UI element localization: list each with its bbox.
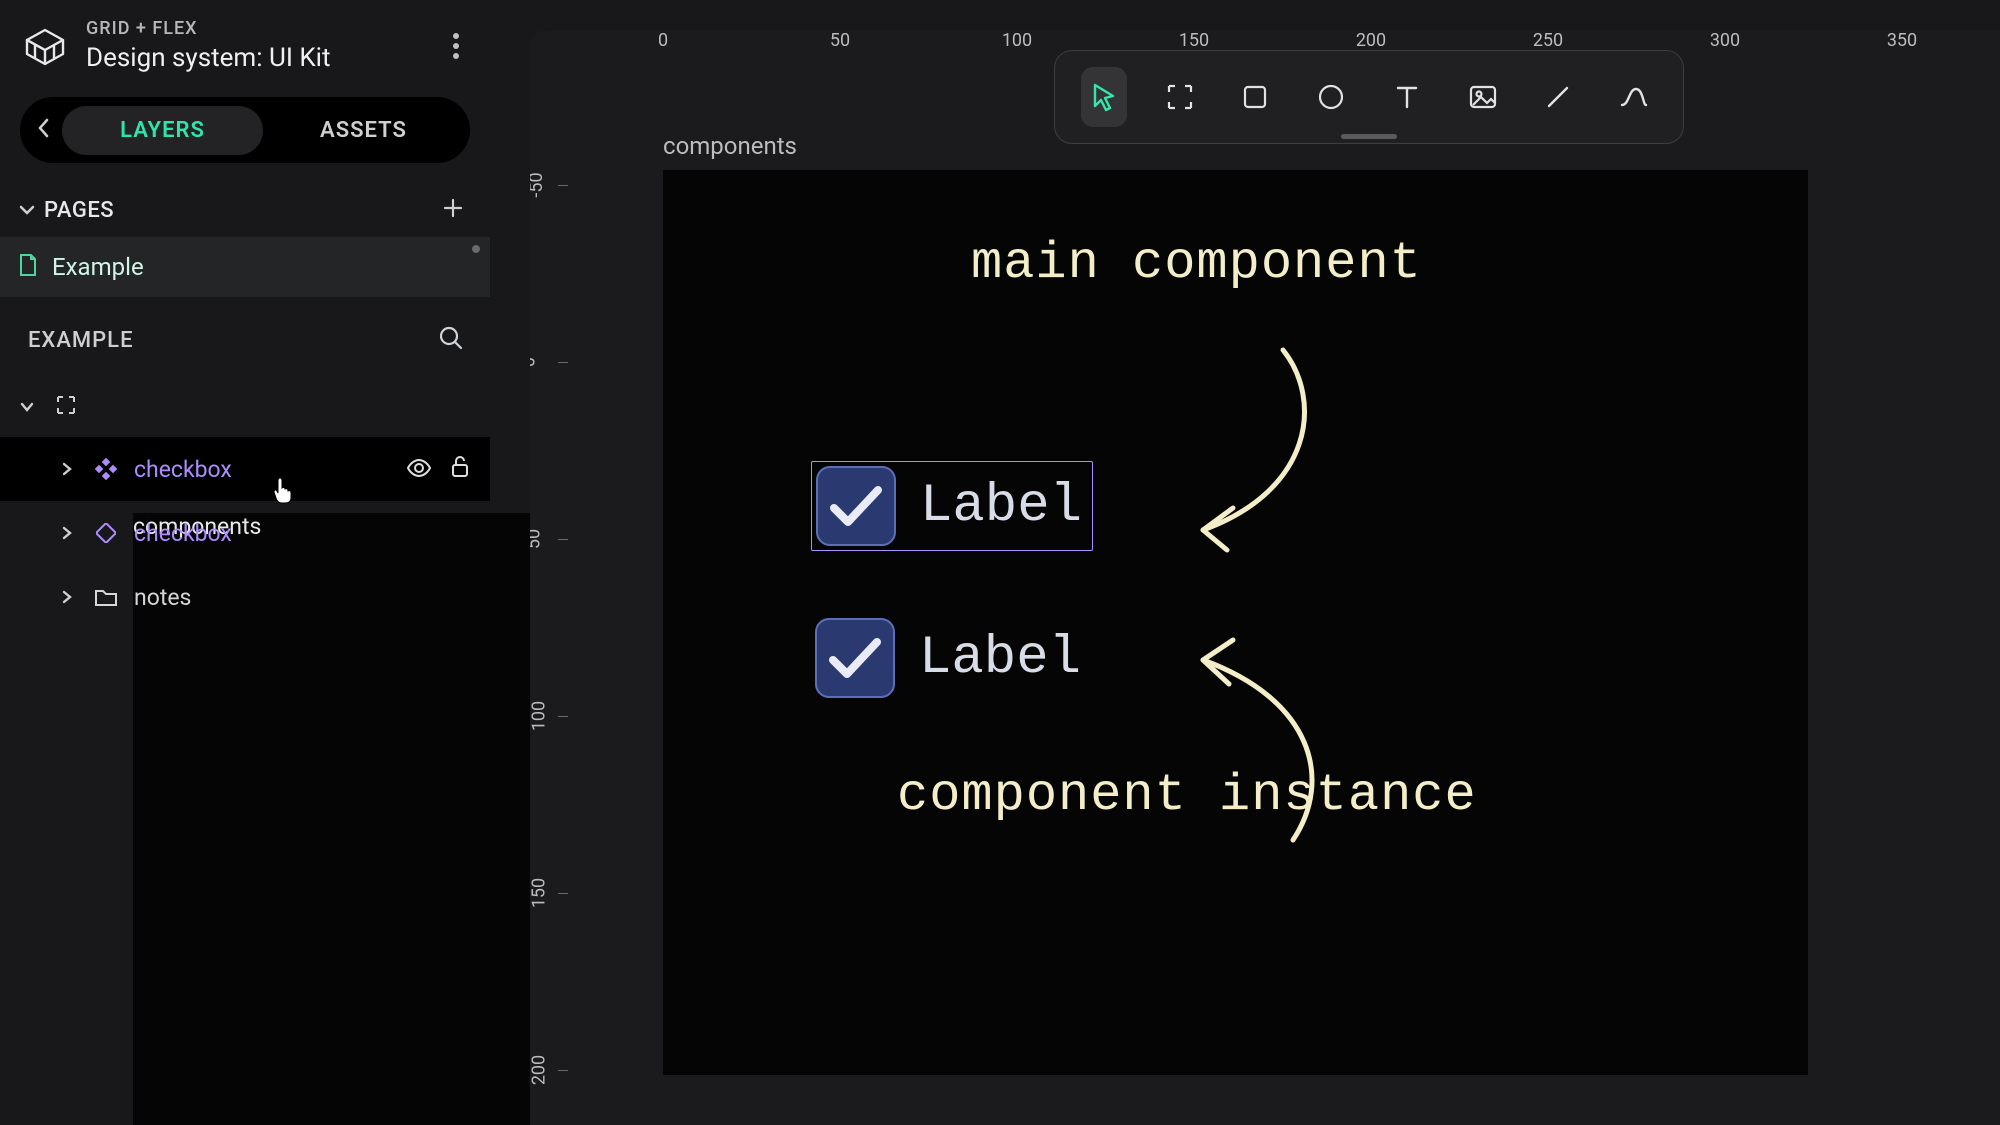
- tool-text[interactable]: [1384, 67, 1430, 127]
- panel-tabs: LAYERS ASSETS: [20, 97, 470, 163]
- tool-curve[interactable]: [1611, 67, 1657, 127]
- chevron-right-icon: [56, 584, 78, 611]
- layer-tree: components checkbox: [0, 373, 490, 629]
- app-logo-icon: [20, 21, 70, 71]
- pages-section-header[interactable]: PAGES: [0, 171, 490, 237]
- component-instance-icon: [92, 523, 120, 543]
- canvas-checkbox-instance[interactable]: Label: [815, 618, 1081, 698]
- checkbox-label: Label: [920, 476, 1082, 537]
- chevron-down-icon: [16, 392, 38, 419]
- layers-header: EXAMPLE: [0, 297, 490, 373]
- tool-pencil[interactable]: [1536, 67, 1582, 127]
- frame-label[interactable]: components: [663, 132, 797, 160]
- chevron-right-icon: [56, 520, 78, 547]
- layer-row-checkbox-instance[interactable]: checkbox: [0, 501, 490, 565]
- layers-header-label: EXAMPLE: [28, 328, 134, 353]
- tab-layers[interactable]: LAYERS: [62, 106, 263, 155]
- project-header: GRID + FLEX Design system: UI Kit: [0, 0, 490, 83]
- layer-row-frame-components[interactable]: components: [0, 373, 490, 437]
- project-menu-button[interactable]: [452, 32, 460, 60]
- layer-row-checkbox-main[interactable]: checkbox: [0, 437, 490, 501]
- arrow-to-instance-icon: [1163, 630, 1343, 850]
- tool-select[interactable]: [1081, 67, 1127, 127]
- canvas-toolbar[interactable]: [1054, 50, 1684, 144]
- page-item-example[interactable]: Example: [0, 237, 490, 297]
- visibility-toggle-icon[interactable]: [406, 456, 432, 483]
- canvas-checkbox-main[interactable]: Label: [811, 461, 1093, 551]
- annotation-main-component[interactable]: main component: [971, 234, 1422, 293]
- left-sidebar: GRID + FLEX Design system: UI Kit LAYERS…: [0, 0, 490, 1125]
- folder-icon: [92, 587, 120, 607]
- canvas-viewport[interactable]: 0 50 100 150 200 250 300 350 -50 0 50 10…: [530, 30, 2000, 1125]
- page-icon: [18, 253, 38, 281]
- tool-rectangle[interactable]: [1233, 67, 1279, 127]
- checkbox-label: Label: [919, 628, 1081, 689]
- layer-name: checkbox: [134, 456, 232, 483]
- project-title: Design system: UI Kit: [86, 43, 331, 73]
- frame-icon: [52, 394, 80, 416]
- layer-name: checkbox: [134, 520, 232, 547]
- chevron-right-icon: [56, 456, 78, 483]
- pages-label: PAGES: [44, 198, 114, 223]
- frame-components[interactable]: main component component instance Label …: [663, 170, 1808, 1075]
- project-eyebrow: GRID + FLEX: [86, 18, 331, 39]
- ruler-vertical: -50 0 50 100 150 200: [530, 30, 570, 1125]
- tool-image[interactable]: [1460, 67, 1506, 127]
- checkbox-box-icon: [816, 466, 896, 546]
- back-button[interactable]: [26, 117, 62, 143]
- tool-frame[interactable]: [1157, 67, 1203, 127]
- page-name: Example: [52, 253, 144, 281]
- arrow-to-main-icon: [1163, 340, 1343, 560]
- add-page-button[interactable]: [442, 197, 464, 223]
- chevron-down-icon: [18, 201, 36, 220]
- component-main-icon: [92, 458, 120, 480]
- layer-name: notes: [134, 584, 191, 611]
- layer-row-notes[interactable]: notes: [0, 565, 490, 629]
- lock-toggle-icon[interactable]: [450, 454, 470, 484]
- tool-ellipse[interactable]: [1308, 67, 1354, 127]
- tab-assets[interactable]: ASSETS: [263, 106, 464, 155]
- toolbar-drag-handle[interactable]: [1341, 134, 1397, 139]
- checkbox-box-icon: [815, 618, 895, 698]
- search-layers-button[interactable]: [438, 325, 464, 355]
